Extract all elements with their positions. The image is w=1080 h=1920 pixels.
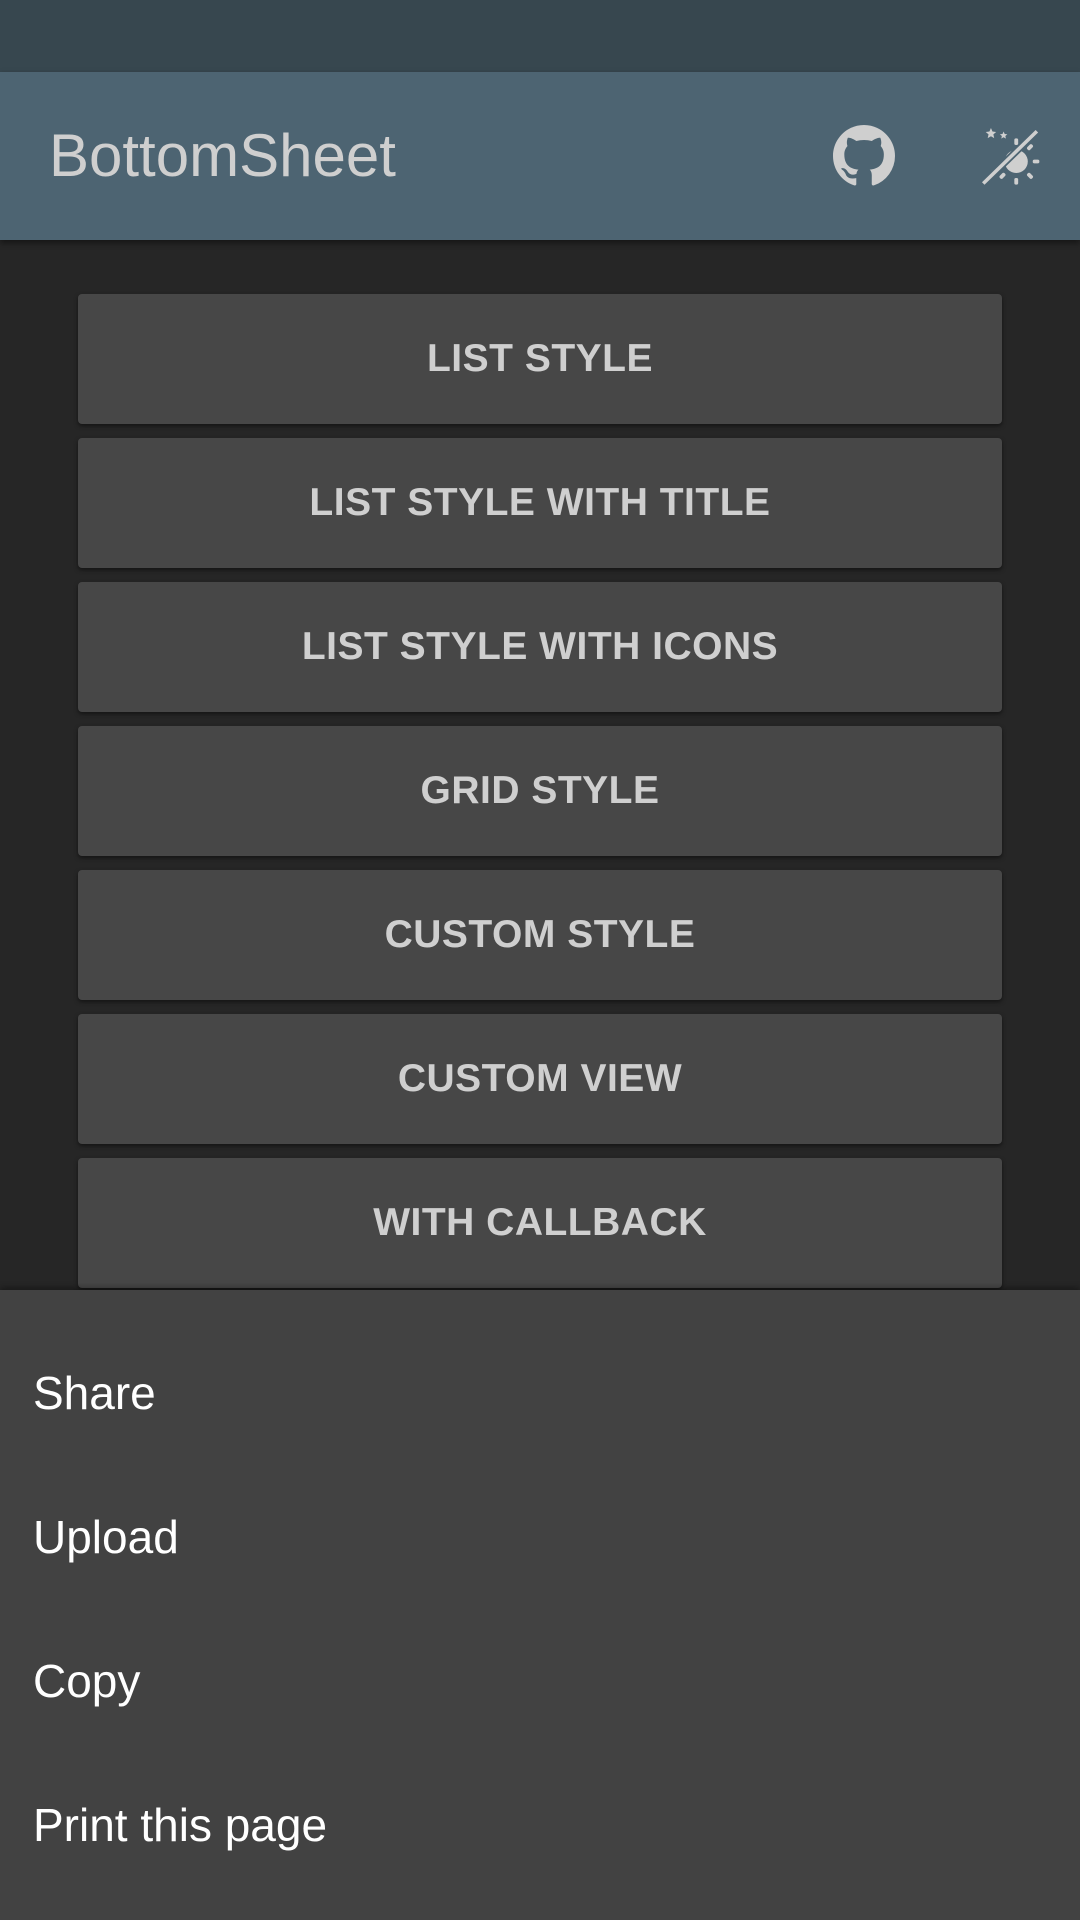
sheet-item-upload[interactable]: Upload (0, 1465, 1080, 1609)
with-callback-button[interactable]: WITH CALLBACK (78, 1158, 1002, 1288)
list-style-with-title-button[interactable]: LIST STYLE WITH TITLE (78, 438, 1002, 568)
github-button[interactable] (824, 116, 904, 196)
button-list: LIST STYLE LIST STYLE WITH TITLE LIST ST… (0, 240, 1080, 1290)
app-title: BottomSheet (49, 122, 396, 189)
status-bar (0, 0, 1080, 72)
bottom-sheet: Share Upload Copy Print this page (0, 1290, 1080, 1920)
github-icon (833, 125, 895, 186)
night-mode-icon (980, 127, 1040, 187)
list-style-button[interactable]: LIST STYLE (78, 294, 1002, 424)
custom-style-button[interactable]: CUSTOM STYLE (78, 870, 1002, 1000)
sheet-item-share[interactable]: Share (0, 1321, 1080, 1465)
list-style-with-icons-button[interactable]: LIST STYLE WITH ICONS (78, 582, 1002, 712)
app-bar: BottomSheet (0, 72, 1080, 240)
theme-toggle-button[interactable] (968, 116, 1048, 196)
sheet-item-copy[interactable]: Copy (0, 1609, 1080, 1753)
custom-view-button[interactable]: CUSTOM VIEW (78, 1014, 1002, 1144)
grid-style-button[interactable]: GRID STYLE (78, 726, 1002, 856)
sheet-item-print-this-page[interactable]: Print this page (0, 1753, 1080, 1897)
